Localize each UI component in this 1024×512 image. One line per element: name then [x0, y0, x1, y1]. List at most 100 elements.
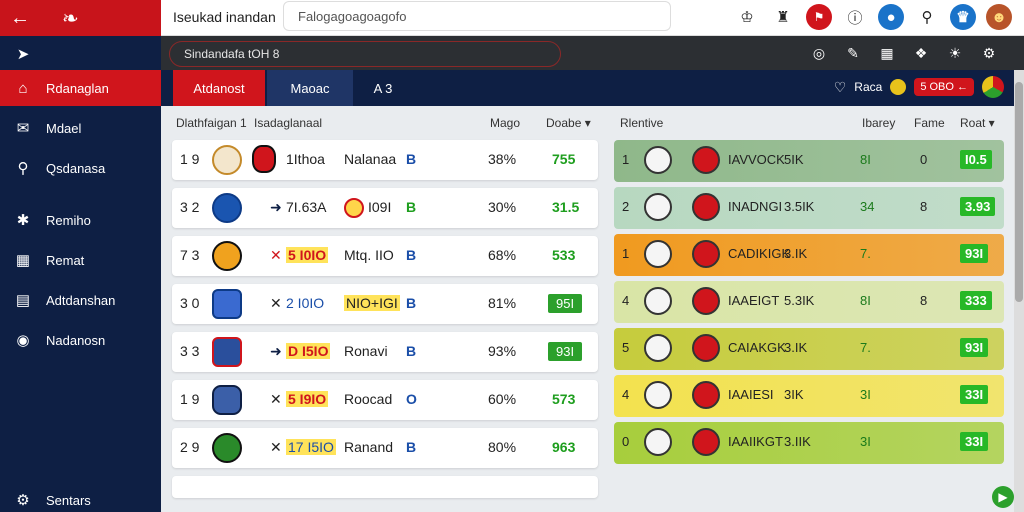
table-row[interactable]: 1 CADIKIGK 3.IK 7. 93I	[614, 234, 1004, 276]
points-cell: 8I	[860, 293, 871, 308]
scrollbar[interactable]	[1014, 70, 1024, 512]
sidebar-item-label: Qsdanasa	[46, 160, 106, 176]
number-cell: 7I.63A	[286, 199, 327, 215]
back-arrow-icon[interactable]: ←	[10, 7, 30, 30]
tab-bar-right: ♡ Raca 5 OBO ←	[834, 76, 1004, 98]
heart-icon[interactable]: ♡	[834, 79, 847, 96]
table-row[interactable]: 4 IAAEIGT 5.3IK 8I 8 333	[614, 281, 1004, 323]
team-crest-icon	[644, 381, 672, 409]
percent-cell: 81%	[488, 295, 517, 311]
table-row[interactable]: 7 3 ✕ 5 I0IO Mtq. IIO B 68% 533	[172, 236, 598, 276]
table-row[interactable]: 3 3 ➜ D I5IO Ronavi B 93% 93I	[172, 332, 598, 372]
team-crest-icon	[212, 193, 242, 223]
tab-bar: Atdanost Maoac A 3 ♡ Raca 5 OBO ←	[161, 70, 1014, 106]
filter-bar: Sindandafa tOH 8 ◎ ✎ ▦ ❖ ☀ ⚙	[161, 36, 1024, 70]
table-row[interactable]	[172, 476, 598, 498]
sidebar-item-list[interactable]: ▤ Adtdanshan	[0, 282, 161, 318]
sidebar-item-home[interactable]: ⌂ Rdanaglan	[0, 70, 161, 106]
team-crest-icon	[644, 428, 672, 456]
target-icon[interactable]: ◎	[808, 42, 830, 64]
club-badge-icon	[692, 381, 720, 409]
rank-cell: 4	[622, 293, 630, 308]
percent-cell: 60%	[488, 391, 517, 407]
flag-icon[interactable]: ⚑	[806, 4, 832, 30]
sidebar-item-calendar[interactable]: ▦ Remat	[0, 242, 161, 278]
column-header[interactable]: Doabe ▾	[546, 116, 591, 130]
table-row[interactable]: 3 2 ➜ 7I.63A I09I B 30% 31.5	[172, 188, 598, 228]
value-cell: 3.IK	[784, 246, 808, 261]
left-table-header: Dlathfaigan 1 Isadaglanaal Mago Doabe ▾	[172, 114, 598, 134]
avatar[interactable]: ☻	[986, 4, 1012, 30]
ball-icon[interactable]	[890, 79, 907, 95]
chat-icon: ✉	[16, 120, 30, 137]
scrollbar-thumb[interactable]	[1015, 82, 1023, 302]
info-icon[interactable]: ⓘ	[842, 4, 868, 30]
value-cell: 573	[552, 391, 576, 407]
number-cell: 5 I0IO	[286, 247, 329, 263]
column-header[interactable]: Dlathfaigan 1	[176, 116, 247, 130]
column-header[interactable]: Roat ▾	[960, 116, 995, 130]
puzzle-icon[interactable]: ❖	[910, 42, 932, 64]
table-row[interactable]: 4 IAAIESI 3IK 3I 33I	[614, 375, 1004, 417]
chrome-icon[interactable]	[982, 76, 1004, 98]
column-header[interactable]: Isadaglanaal	[254, 116, 322, 130]
search-icon[interactable]: ⚲	[914, 4, 940, 30]
name-cell: Ranand	[344, 439, 394, 455]
rank-cell: 3 3	[180, 343, 200, 359]
grid-icon[interactable]: ▦	[876, 42, 898, 64]
column-header[interactable]: Fame	[914, 116, 945, 130]
user-icon[interactable]: ♛	[950, 4, 976, 30]
tab-second[interactable]: Maoac	[267, 70, 353, 106]
action-button[interactable]: ▶	[992, 486, 1014, 508]
name-cell: IAAIIKGT	[728, 434, 783, 449]
score-cell: I0.5	[960, 150, 992, 169]
tab-third[interactable]: A 3	[365, 70, 401, 106]
sidebar-item-globe[interactable]: ◉ Nadanosn	[0, 322, 161, 358]
gear-icon[interactable]: ⚙	[978, 42, 1000, 64]
table-row[interactable]: 1 9 1Ithoa Nalanaa B 38% 755	[172, 140, 598, 180]
table-row[interactable]: 3 0 ✕ 2 I0IO NIO+IGI B 81% 95I	[172, 284, 598, 324]
crest-logo-icon[interactable]: ❧	[62, 6, 79, 31]
column-header[interactable]: Mago	[490, 116, 520, 130]
points-cell: 7.	[860, 340, 871, 355]
sidebar-item-label: Rdanaglan	[46, 80, 109, 96]
filter-field[interactable]: Sindandafa tOH 8	[169, 41, 561, 67]
tab-first[interactable]: Atdanost	[173, 70, 265, 106]
table-row[interactable]: 1 9 ✕ 5 I9IO Roocad O 60% 573	[172, 380, 598, 420]
app-root: ← ❧ Iseukad inandan ♔ ♜ ⚑ ⓘ ● ⚲ ♛ ☻ ➤ ⌂ …	[0, 0, 1024, 512]
sidebar-item-tools[interactable]: ✱ Remiho	[0, 202, 161, 238]
column-header[interactable]: Ibarey	[862, 116, 895, 130]
score-cell: 3.93	[960, 197, 996, 216]
pen-icon[interactable]: ✎	[842, 42, 864, 64]
table-row[interactable]: 0 IAAIIKGT 3.IIK 3I 33I	[614, 422, 1004, 464]
sidebar-item-share[interactable]: ➤	[0, 36, 161, 72]
team-crest-icon	[644, 146, 672, 174]
cross-icon: ✕	[270, 391, 282, 407]
shirt-icon[interactable]: ♜	[770, 4, 796, 30]
percent-cell: 30%	[488, 199, 517, 215]
number-cell: 2 I0IO	[286, 295, 325, 311]
rank-cell: 2	[622, 199, 630, 214]
club-badge-icon	[692, 287, 720, 315]
value-cell: 3.IK	[784, 340, 808, 355]
sidebar-item-search[interactable]: ⚲ Qsdanasa	[0, 150, 161, 186]
table-row[interactable]: 2 9 ✕ 17 I5IO Ranand B 80% 963	[172, 428, 598, 468]
club-badge-icon	[692, 146, 720, 174]
name-cell: IAAIESI	[728, 387, 774, 402]
bulb-icon[interactable]: ☀	[944, 42, 966, 64]
table-row[interactable]: 1 IAVVOCK 5IK 8I 0 I0.5	[614, 140, 1004, 182]
column-header[interactable]: Rlentive	[620, 116, 663, 130]
trophy-icon[interactable]: ♔	[734, 4, 760, 30]
name-cell: INADNGI	[728, 199, 783, 214]
sidebar-item-settings[interactable]: ⚙ Sentars	[0, 482, 161, 512]
search-input[interactable]	[283, 1, 671, 31]
score-pill[interactable]: 5 OBO ←	[914, 78, 974, 96]
sidebar-item-mail[interactable]: ✉ Mdael	[0, 110, 161, 146]
name-cell: Ronavi	[344, 343, 388, 359]
table-row[interactable]: 5 CAIAKGK 3.IK 7. 93I	[614, 328, 1004, 370]
club-badge-icon	[692, 428, 720, 456]
bell-icon[interactable]: ●	[878, 4, 904, 30]
table-row[interactable]: 2 INADNGI 3.5IK 34 8 3.93	[614, 187, 1004, 229]
score-cell: 93I	[960, 338, 989, 357]
name-cell: Nalanaa	[344, 151, 397, 167]
